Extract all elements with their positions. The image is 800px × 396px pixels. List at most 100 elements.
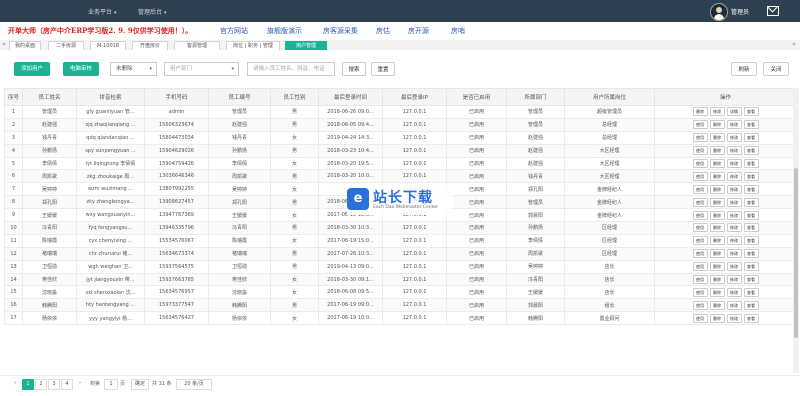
batch-review-button[interactable]: 电脑审核 <box>63 62 99 76</box>
row-action-button[interactable]: 查看 <box>743 133 759 143</box>
row-action-button[interactable]: 查看 <box>743 223 759 233</box>
row-action-button[interactable]: 修改 <box>726 223 742 233</box>
row-action-button[interactable]: 删除 <box>709 287 725 297</box>
row-action-button[interactable]: 使用 <box>692 120 708 130</box>
avatar[interactable] <box>710 3 728 21</box>
row-action-button[interactable]: 使用 <box>692 210 708 220</box>
row-action-button[interactable]: 使用 <box>692 159 708 168</box>
row-action-button[interactable]: 修改 <box>726 275 742 285</box>
link-flagship-demo[interactable]: 旗舰版演示 <box>267 26 302 36</box>
page-3[interactable]: 3 <box>48 379 60 390</box>
row-action-button[interactable]: 查看 <box>743 120 759 130</box>
row-action-button[interactable]: 查看 <box>743 146 759 156</box>
row-action-button[interactable]: 查看 <box>743 210 759 220</box>
row-action-button[interactable]: 修改 <box>726 133 742 143</box>
table-row[interactable]: 10 冯青阳 fyq fengyangsu... 13946335796 冯青阳男 201… <box>4 221 797 235</box>
row-action-button[interactable]: 使用 <box>692 275 708 285</box>
link-listing-collector[interactable]: 房客源采集 <box>323 26 358 36</box>
col-index[interactable]: 序号 <box>4 88 23 106</box>
row-action-button[interactable]: 使用 <box>692 223 708 233</box>
status-select[interactable]: 未删除 ▾ <box>110 62 157 76</box>
col-gender[interactable]: 员工性别 <box>270 88 319 106</box>
per-page-select[interactable]: 20 条/页 <box>176 379 212 390</box>
row-action-button[interactable]: 修改 <box>726 120 742 130</box>
col-phone[interactable]: 手机号码 <box>144 88 209 106</box>
search-input[interactable]: 请输入员工姓名、拼音、电话 <box>247 62 335 76</box>
row-action-button[interactable]: 删除 <box>709 120 725 130</box>
search-button[interactable]: 搜索 <box>342 62 366 76</box>
table-scrollbar[interactable] <box>793 88 799 373</box>
link-fanggu[interactable]: 房估 <box>376 26 390 36</box>
row-action-button[interactable]: 使用 <box>692 287 708 297</box>
row-action-button[interactable]: 删除 <box>709 184 725 194</box>
col-position[interactable]: 用户所属岗位 <box>564 88 655 106</box>
add-user-button[interactable]: 添加用户 <box>14 62 50 76</box>
col-last-ip[interactable]: 最后登录IP <box>382 88 447 106</box>
table-row[interactable]: 12 褚瑞瑞 chr churuirui 褚... 15634673374 褚瑞瑞男 20… <box>4 246 797 261</box>
table-row[interactable]: 3 钱丹青 qdq qiandanqian ... 15804473034 钱丹青女 20… <box>4 130 797 145</box>
row-action-button[interactable]: 修改 <box>726 184 742 194</box>
tabs-back-icon[interactable]: « <box>0 40 8 50</box>
row-action-button[interactable]: 修改 <box>709 107 725 117</box>
row-action-button[interactable]: 修改 <box>726 313 742 323</box>
table-row[interactable]: 5 李倩倩 lyt liqingtong 李倩倩 15904759426 李倩倩女 201… <box>4 156 797 171</box>
table-row[interactable]: 2 赵建强 zjq zhaojianqiang ... 15606323674 赵建强男… <box>4 117 797 132</box>
row-action-button[interactable]: 查看 <box>743 197 759 207</box>
table-row[interactable]: 6 周凯歌 zkg zhoukaige 周... 13036646346 周凯歌男 201… <box>4 169 797 184</box>
row-action-button[interactable]: 删除 <box>709 210 725 220</box>
row-action-button[interactable]: 删除 <box>709 159 725 168</box>
menu-business-platform[interactable]: 业务平台 ▾ <box>88 7 117 16</box>
table-row[interactable]: 13 卫恒勋 wgh weighan 卫... 15937564575 卫恒勋男 2019… <box>4 259 797 274</box>
row-action-button[interactable]: 修改 <box>726 210 742 220</box>
mail-icon[interactable] <box>767 6 779 16</box>
row-action-button[interactable]: 查看 <box>743 300 759 310</box>
row-action-button[interactable]: 使用 <box>692 146 708 156</box>
row-action-button[interactable]: 使用 <box>692 262 708 272</box>
link-fangkaiyuan[interactable]: 房开源 <box>408 26 429 36</box>
row-action-button[interactable]: 查看 <box>743 249 759 259</box>
table-row[interactable]: 17 杨依依 yyy yangyiyi 杨... 15634576427 杨依依女 201… <box>4 311 797 326</box>
row-action-button[interactable]: 使用 <box>692 133 708 143</box>
row-action-button[interactable]: 删除 <box>709 223 725 233</box>
row-action-button[interactable]: 删除 <box>709 197 725 207</box>
row-action-button[interactable]: 查看 <box>743 236 759 246</box>
next-page-button[interactable]: › <box>75 379 85 388</box>
row-action-button[interactable]: 修改 <box>726 171 742 181</box>
row-action-button[interactable]: 使用 <box>692 197 708 207</box>
department-select[interactable]: 用户部门 ▾ <box>164 62 239 76</box>
col-pinyin[interactable]: 拼音检索 <box>76 88 145 106</box>
reset-button[interactable]: 重置 <box>371 62 395 76</box>
goto-page-input[interactable]: 1 <box>104 379 118 390</box>
row-action-button[interactable]: 修改 <box>726 300 742 310</box>
table-row[interactable]: 1 管理员 gly guanliyuan 管... admin 管理员男 2018-06-… <box>4 105 797 119</box>
row-action-button[interactable]: 删除 <box>709 236 725 246</box>
row-action-button[interactable]: 删除 <box>709 300 725 310</box>
row-action-button[interactable]: 删除 <box>709 313 725 323</box>
row-action-button[interactable]: 修改 <box>726 146 742 156</box>
row-action-button[interactable]: 查看 <box>743 107 759 117</box>
close-button[interactable]: 关闭 <box>763 62 789 76</box>
col-last-login[interactable]: 最后登录时间 <box>318 88 383 106</box>
row-action-button[interactable]: 使用 <box>692 249 708 259</box>
row-action-button[interactable]: 查看 <box>743 159 759 168</box>
col-department[interactable]: 所属部门 <box>506 88 565 106</box>
col-employee-id[interactable]: 员工编号 <box>208 88 271 106</box>
row-action-button[interactable]: 查看 <box>743 184 759 194</box>
row-action-button[interactable]: 使用 <box>692 184 708 194</box>
table-row[interactable]: 14 蒋佳欣 jyt jiangyouxin 蒋... 15937663765 蒋佳欣女… <box>4 272 797 287</box>
page-4[interactable]: 4 <box>61 379 73 390</box>
row-action-button[interactable]: 修改 <box>726 287 742 297</box>
page-1[interactable]: 1 <box>22 379 34 390</box>
menu-admin-backend[interactable]: 管理后台 ▾ <box>138 7 167 16</box>
row-action-button[interactable]: 查看 <box>743 262 759 272</box>
row-action-button[interactable]: 使用 <box>692 236 708 246</box>
row-action-button[interactable]: 删除 <box>692 107 708 117</box>
row-action-button[interactable]: 使用 <box>692 300 708 310</box>
row-action-button[interactable]: 删除 <box>709 146 725 156</box>
link-fangshao[interactable]: 房哨 <box>451 26 465 36</box>
row-action-button[interactable]: 删除 <box>709 249 725 259</box>
table-row[interactable]: 4 孙鹏扬 spy sunpengyuan ... 15904629026 孙鹏扬男 20… <box>4 143 797 158</box>
row-action-button[interactable]: 删除 <box>709 171 725 181</box>
col-name[interactable]: 员工姓名 <box>22 88 77 106</box>
row-action-button[interactable]: 修改 <box>726 262 742 272</box>
